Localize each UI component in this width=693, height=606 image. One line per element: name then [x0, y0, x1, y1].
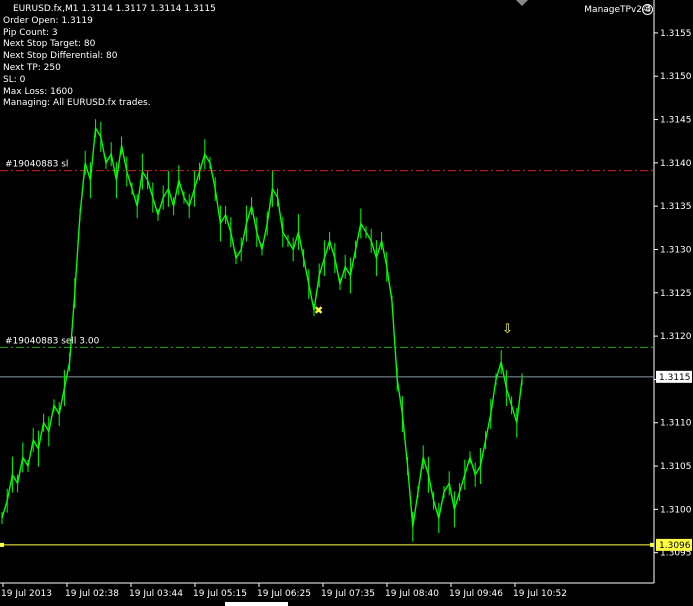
price-tick-label: 1.3100	[660, 505, 692, 515]
level-label-sl: #19040883 sl	[5, 160, 68, 170]
time-tick-label: 19 Jul 06:25	[257, 589, 311, 599]
smiley-icon: ☺	[642, 4, 653, 15]
price-tick-label: 1.3135	[660, 202, 692, 212]
time-tick-label: 19 Jul 10:52	[513, 589, 567, 599]
time-tick-label: 19 Jul 07:35	[321, 589, 375, 599]
managing-text: Managing: All EURUSD.fx trades.	[3, 98, 151, 109]
time-tick-label: 19 Jul 08:40	[385, 589, 439, 599]
price-tag-label-alert: 1.3096	[659, 541, 691, 551]
expert-advisor-name[interactable]: ManageTPv2-4	[584, 5, 651, 15]
order-open-text: Order Open: 1.3119	[3, 15, 93, 26]
price-tick-label: 1.3140	[660, 159, 692, 169]
level-label-order: #19040883 sell 3.00	[5, 336, 100, 346]
price-series	[1, 126, 523, 527]
next-stop-target-text: Next Stop Target: 80	[3, 39, 96, 50]
next-tp-text: Next TP: 250	[3, 62, 61, 73]
alert-handle-right	[650, 542, 654, 547]
price-tick-label: 1.3125	[660, 289, 692, 299]
time-tick-label: 19 Jul 03:44	[129, 589, 183, 599]
price-tick-label: 1.3155	[660, 29, 692, 39]
time-tick-label: 19 Jul 05:15	[193, 589, 247, 599]
price-tag-label-bid: 1.3115	[659, 373, 691, 383]
time-tick-label: 19 Jul 02:38	[65, 589, 119, 599]
time-tick-label: 19 Jul 2013	[1, 589, 52, 599]
scrollbar-thumb[interactable]	[225, 602, 288, 606]
price-tick-label: 1.3150	[660, 72, 692, 82]
chart-scrollbar[interactable]	[0, 602, 693, 606]
next-stop-differential-text: Next Stop Differential: 80	[3, 51, 118, 62]
scroll-shift-icon	[516, 0, 528, 6]
ea-info-panel: EURUSD.fx,M1 1.3114 1.3117 1.3114 1.3115…	[3, 4, 216, 110]
price-tick-label: 1.3120	[660, 332, 692, 342]
price-tick-label: 1.3130	[660, 245, 692, 255]
sl-text: SL: 0	[3, 74, 26, 85]
alert-handle-left	[0, 542, 4, 547]
pip-count-text: Pip Count: 3	[3, 27, 58, 38]
chart-symbol-header: EURUSD.fx,M1 1.3114 1.3117 1.3114 1.3115	[13, 4, 216, 14]
max-loss-text: Max Loss: 1600	[3, 86, 74, 97]
price-tick-label: 1.3145	[660, 116, 692, 126]
price-tick-label: 1.3110	[660, 419, 692, 429]
sell-close-marker: ✖	[314, 304, 323, 317]
sell-arrow-icon: ⇩	[502, 322, 513, 337]
price-tick-label: 1.3105	[660, 462, 692, 472]
time-tick-label: 19 Jul 09:46	[449, 589, 503, 599]
